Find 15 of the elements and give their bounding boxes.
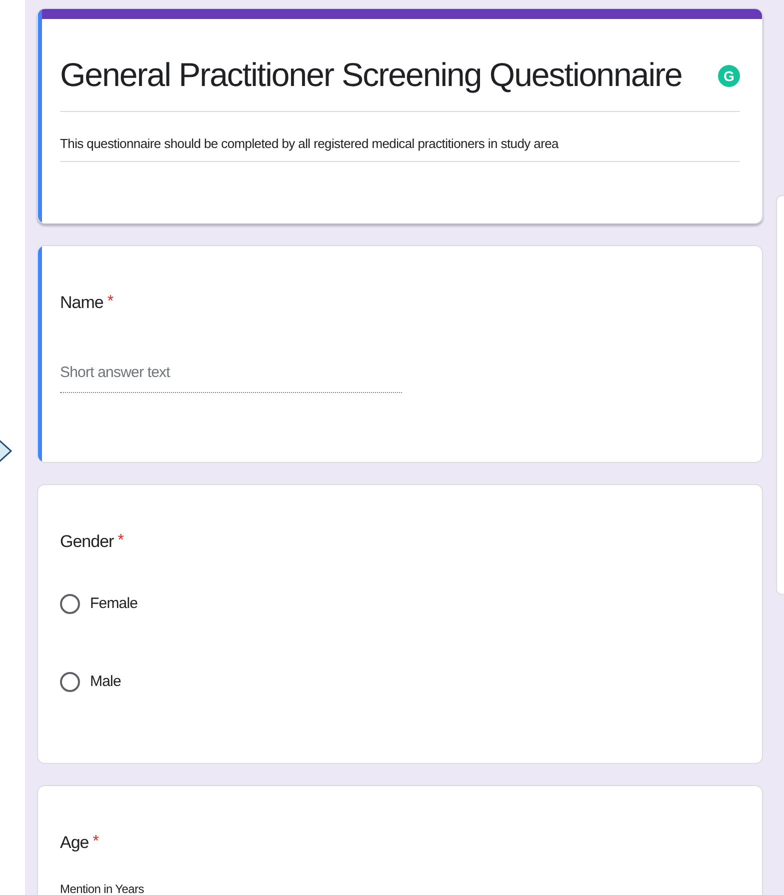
answer-field[interactable]: Short answer text — [60, 358, 402, 393]
required-mark: * — [118, 531, 124, 551]
question-title: Age — [60, 832, 89, 854]
question-title: Name — [60, 292, 104, 314]
option-label: Female — [90, 594, 138, 614]
required-mark: * — [92, 832, 99, 852]
radio-button[interactable] — [60, 672, 80, 692]
question-description: Mention in Years — [60, 880, 145, 895]
form-title: General Practitioner Screening Questionnaire — [60, 55, 682, 95]
required-mark: * — [107, 292, 114, 312]
radio-button[interactable] — [60, 594, 80, 614]
form-description: This questionnaire should be completed by all registered medical practitioners in study area — [60, 134, 560, 153]
option-label: Male — [90, 672, 121, 692]
account-badge[interactable]: G — [718, 65, 740, 87]
question-title: Gender — [60, 531, 114, 553]
